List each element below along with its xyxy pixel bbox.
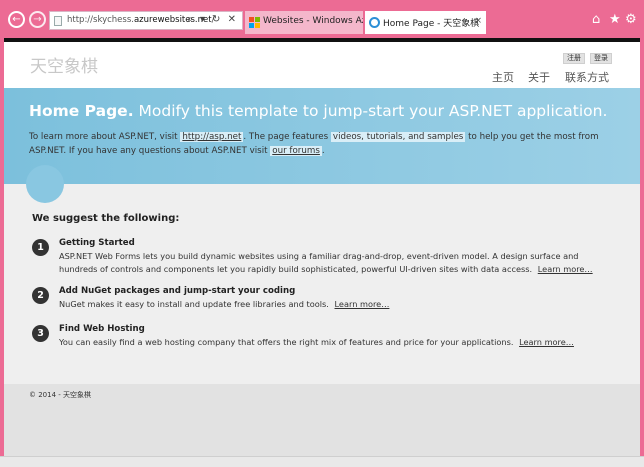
browser-chrome: ← → http://skychess.azurewebsites.net/ ⌕… [4,4,640,42]
ie-logo-icon [369,17,380,28]
step-title: Find Web Hosting [59,324,145,334]
step-number-badge: 1 [32,239,49,256]
tab-home-page[interactable]: Home Page - 天空象棋 × [365,11,486,34]
url-prefix: http://skychess. [67,15,134,25]
tab-label: Home Page - 天空象棋 [383,19,480,29]
back-arrow-icon: ← [12,14,21,25]
suggest-heading: We suggest the following: [32,213,180,224]
nav-about-link[interactable]: 关于 [528,69,550,85]
step-description: ASP.NET Web Forms lets you build dynamic… [59,250,619,275]
decorative-bubble [26,165,64,203]
featured-title-strong: Home Page. [29,102,134,120]
step-title: Add NuGet packages and jump-start your c… [59,286,296,296]
site-title[interactable]: 天空象棋 [30,52,98,77]
search-refresh-stop-icons[interactable]: ⌕ ▾ ↻ ✕ [187,14,238,25]
nav-home-link[interactable]: 主页 [492,69,514,85]
lead-highlight: videos, tutorials, and samples [330,132,466,142]
close-tab-icon[interactable]: × [474,16,482,26]
lead-text-4: . [321,146,325,156]
featured-heading: Home Page. Modify this template to jump-… [29,102,607,120]
learn-more-link[interactable]: Learn more… [519,337,574,347]
asp-net-link[interactable]: http://asp.net [180,132,244,142]
learn-more-link[interactable]: Learn more… [335,299,390,309]
step-description: NuGet makes it easy to install and updat… [59,298,619,311]
tab-label: Websites - Windows Azure [263,16,363,26]
learn-more-link[interactable]: Learn more… [538,264,593,274]
main-content: We suggest the following: 1 Getting Star… [4,184,640,384]
register-button[interactable]: 注册 [563,53,585,64]
forums-link[interactable]: our forums [270,146,322,156]
copyright-text: © 2014 - 天空象棋 [29,391,92,399]
step-title: Getting Started [59,238,135,248]
featured-banner: Home Page. Modify this template to jump-… [4,88,640,184]
window-bottom-border [0,456,644,467]
home-icon[interactable]: ⌂ [592,12,600,27]
step-description-text: ASP.NET Web Forms lets you build dynamic… [59,251,579,274]
windows-logo-icon [249,17,260,28]
tab-websites-azure[interactable]: Websites - Windows Azure [245,11,363,34]
step-description-text: You can easily find a web hosting compan… [59,337,514,347]
page-icon [54,16,62,26]
step-description: You can easily find a web hosting compan… [59,336,619,349]
favorites-star-icon[interactable]: ★ [609,12,621,27]
gear-icon[interactable]: ⚙ [625,12,637,27]
lead-text-1: To learn more about ASP.NET, visit [29,132,178,142]
featured-title-rest: Modify this template to jump-start your … [138,102,608,120]
page-viewport: 天空象棋 注册 登录 主页 关于 联系方式 Home Page. Modify … [4,38,640,456]
address-tools[interactable]: ⌕ ▾ ↻ ✕ [187,14,238,25]
featured-lead: To learn more about ASP.NET, visit http:… [29,130,619,158]
login-button[interactable]: 登录 [590,53,612,64]
address-bar[interactable]: http://skychess.azurewebsites.net/ ⌕ ▾ ↻… [49,11,243,30]
nav-contact-link[interactable]: 联系方式 [565,69,609,85]
lead-text-2: . The page features [243,132,329,142]
step-description-text: NuGet makes it easy to install and updat… [59,299,329,309]
back-button[interactable]: ← [8,11,25,28]
step-number-badge: 2 [32,287,49,304]
step-number-badge: 3 [32,325,49,342]
forward-arrow-icon: → [33,14,42,25]
forward-button[interactable]: → [29,11,46,28]
page-footer: © 2014 - 天空象棋 [4,384,640,456]
